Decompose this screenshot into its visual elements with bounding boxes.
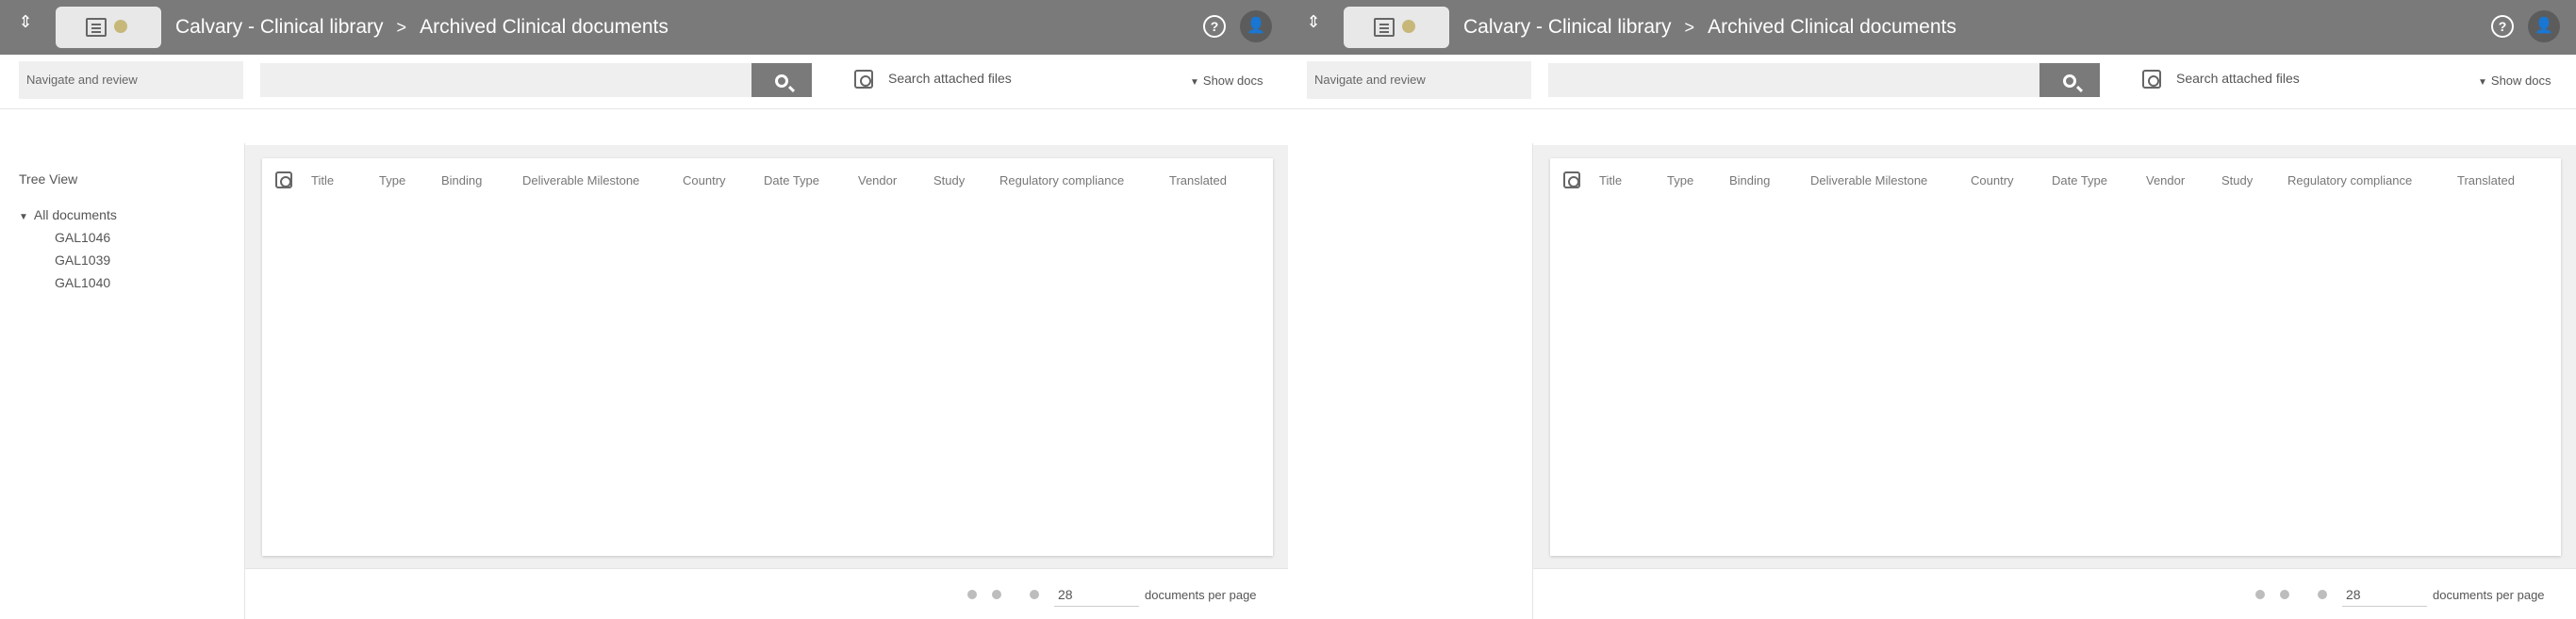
first-page-icon[interactable] [2255, 590, 2265, 599]
col-translated[interactable]: Translated [1169, 173, 1227, 187]
col-vendor[interactable]: Vendor [858, 173, 933, 187]
col-deliverable-milestone[interactable]: Deliverable Milestone [1810, 173, 1971, 187]
up-down-arrows-icon[interactable]: ⇕ [1303, 13, 1324, 39]
breadcrumb-separator: > [1684, 17, 1695, 37]
navigate-review-button[interactable]: Navigate and review [19, 61, 243, 99]
help-icon[interactable]: ? [2491, 15, 2514, 38]
caret-down-icon: ▼ [1190, 77, 1199, 88]
col-regulatory-compliance[interactable]: Regulatory compliance [999, 173, 1169, 187]
grid-header: Title Type Binding Deliverable Milestone… [262, 158, 1273, 202]
tree-root-label: All documents [33, 207, 117, 222]
pager: documents per page [1533, 568, 2576, 619]
app-tile-button[interactable] [1344, 7, 1449, 48]
col-regulatory-compliance[interactable]: Regulatory compliance [2287, 173, 2457, 187]
tree-item-gal1040[interactable]: GAL1040 [55, 275, 110, 290]
col-study[interactable]: Study [2221, 173, 2287, 187]
col-country[interactable]: Country [683, 173, 764, 187]
prev-page-icon[interactable] [2280, 590, 2289, 599]
select-all-icon[interactable] [275, 171, 292, 188]
status-dot-icon [1402, 20, 1415, 33]
col-deliverable-milestone[interactable]: Deliverable Milestone [522, 173, 683, 187]
breadcrumb-library[interactable]: Calvary - Clinical library [1463, 16, 1672, 39]
breadcrumb-separator: > [396, 17, 407, 37]
document-list-icon [1374, 18, 1395, 37]
tree-root[interactable]: ▼ All documents [19, 207, 117, 222]
document-grid: Title Type Binding Deliverable Milestone… [262, 158, 1273, 556]
show-docs-dropdown[interactable]: ▼ Show docs [1190, 73, 1263, 88]
col-translated[interactable]: Translated [2457, 173, 2515, 187]
search-attached-files-label[interactable]: Search attached files [2176, 71, 2300, 86]
per-page-input[interactable] [1054, 582, 1139, 607]
window-left: ⇕ Calvary - Clinical library > Archived … [0, 0, 1288, 619]
toolbar: Navigate and review Search attached file… [1288, 55, 2576, 109]
grid-header: Title Type Binding Deliverable Milestone… [1550, 158, 2561, 202]
document-list-icon [86, 18, 107, 37]
show-docs-dropdown[interactable]: ▼ Show docs [2478, 73, 2551, 88]
help-icon[interactable]: ? [1203, 15, 1226, 38]
search-button[interactable] [751, 63, 812, 97]
window-right: ⇕ Calvary - Clinical library > Archived … [1288, 0, 2576, 619]
next-page-icon[interactable] [1030, 590, 1039, 599]
search-button[interactable] [2039, 63, 2100, 97]
show-docs-label: Show docs [2490, 73, 2551, 88]
search-input[interactable] [260, 63, 751, 97]
tree-item-gal1046[interactable]: GAL1046 [55, 230, 110, 245]
col-date-type[interactable]: Date Type [764, 173, 858, 187]
per-page-label: documents per page [1145, 588, 1257, 602]
breadcrumb: Calvary - Clinical library > Archived Cl… [1463, 13, 1957, 41]
col-study[interactable]: Study [933, 173, 999, 187]
prev-page-icon[interactable] [992, 590, 1001, 599]
document-area: Title Type Binding Deliverable Milestone… [245, 145, 1288, 568]
col-vendor[interactable]: Vendor [2146, 173, 2221, 187]
col-type[interactable]: Type [379, 173, 441, 187]
breadcrumb: Calvary - Clinical library > Archived Cl… [175, 13, 669, 41]
tree-item-gal1039[interactable]: GAL1039 [55, 252, 110, 268]
caret-down-icon: ▼ [2478, 77, 2487, 88]
top-bar: ⇕ Calvary - Clinical library > Archived … [0, 0, 1288, 55]
per-page-label: documents per page [2433, 588, 2545, 602]
col-date-type[interactable]: Date Type [2052, 173, 2146, 187]
attachment-search-icon[interactable] [854, 70, 873, 89]
pager: documents per page [245, 568, 1288, 619]
up-down-arrows-icon[interactable]: ⇕ [15, 13, 36, 39]
document-grid: Title Type Binding Deliverable Milestone… [1550, 158, 2561, 556]
breadcrumb-archived[interactable]: Archived Clinical documents [1708, 16, 1957, 39]
user-avatar-icon[interactable]: 👤 [2528, 10, 2560, 42]
search-attached-files-label[interactable]: Search attached files [888, 71, 1012, 86]
status-dot-icon [114, 20, 127, 33]
navigate-review-button[interactable]: Navigate and review [1307, 61, 1531, 99]
top-bar: ⇕ Calvary - Clinical library > Archived … [1288, 0, 2576, 55]
tree-panel [1288, 109, 1533, 619]
document-area: Title Type Binding Deliverable Milestone… [1533, 145, 2576, 568]
caret-down-icon: ▼ [19, 212, 28, 222]
show-docs-label: Show docs [1202, 73, 1263, 88]
breadcrumb-archived[interactable]: Archived Clinical documents [420, 16, 669, 39]
search-input[interactable] [1548, 63, 2039, 97]
per-page-input[interactable] [2342, 582, 2427, 607]
col-binding[interactable]: Binding [441, 173, 522, 187]
breadcrumb-library[interactable]: Calvary - Clinical library [175, 16, 384, 39]
toolbar: Navigate and review Search attached file… [0, 55, 1288, 109]
search-icon [2063, 74, 2076, 88]
next-page-icon[interactable] [2318, 590, 2327, 599]
search-icon [775, 74, 788, 88]
col-title[interactable]: Title [1599, 173, 1667, 187]
col-country[interactable]: Country [1971, 173, 2052, 187]
select-all-icon[interactable] [1563, 171, 1580, 188]
user-avatar-icon[interactable]: 👤 [1240, 10, 1272, 42]
col-binding[interactable]: Binding [1729, 173, 1810, 187]
tree-header: Tree View [19, 171, 78, 187]
first-page-icon[interactable] [967, 590, 977, 599]
col-title[interactable]: Title [311, 173, 379, 187]
col-type[interactable]: Type [1667, 173, 1729, 187]
attachment-search-icon[interactable] [2142, 70, 2161, 89]
app-tile-button[interactable] [56, 7, 161, 48]
